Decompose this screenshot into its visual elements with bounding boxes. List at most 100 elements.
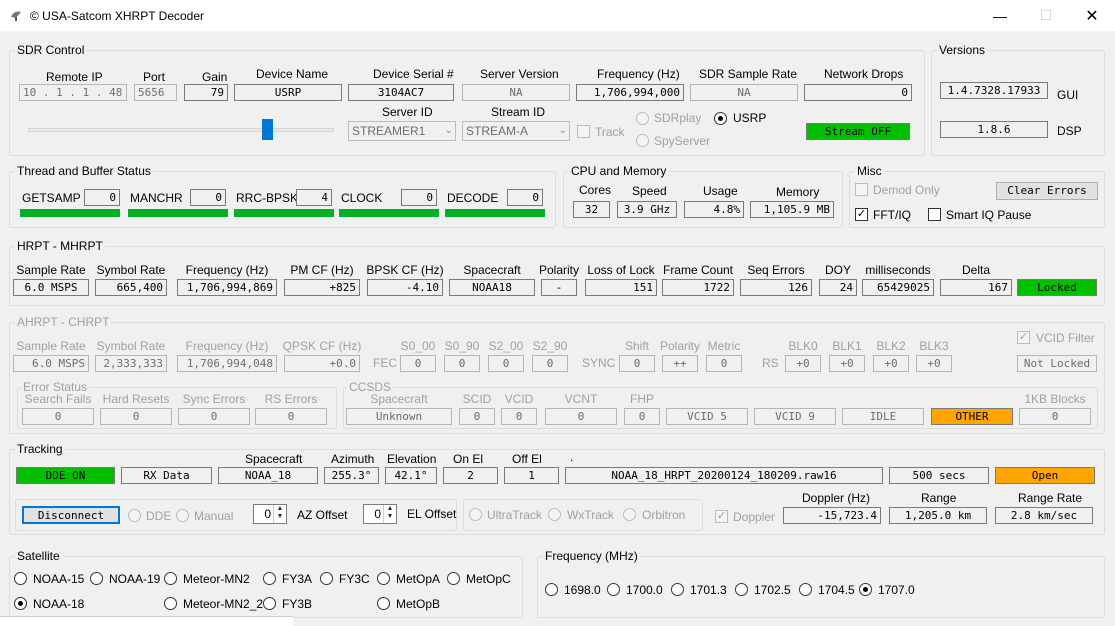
spyserver-radio[interactable] <box>636 134 649 147</box>
satellite-radio[interactable] <box>164 572 177 585</box>
thread-label: CLOCK <box>341 191 383 205</box>
thread-buffer-value: 0 <box>507 189 543 206</box>
ahrpt-value: +0 <box>873 355 909 372</box>
frequency-radio[interactable] <box>799 583 812 596</box>
vcid-tag: IDLE <box>842 408 924 425</box>
hrpt-label: Loss of Lock <box>587 263 655 277</box>
server-version-field: NA <box>462 84 570 101</box>
wxtrack-radio[interactable] <box>548 508 561 521</box>
ahrpt-title: AHRPT - CHRPT <box>15 315 112 329</box>
ahrpt-value: ++ <box>662 355 698 372</box>
orbitron-radio[interactable] <box>623 508 636 521</box>
usrp-radio[interactable] <box>714 112 727 125</box>
el-offset-spinner[interactable]: 0 ▲ ▼ <box>363 504 397 524</box>
frequency-radio[interactable] <box>545 583 558 596</box>
satellite-label: NOAA-18 <box>33 597 85 611</box>
hrpt-value: +825 <box>284 279 360 296</box>
frequency-label: 1700.0 <box>626 583 663 597</box>
satellite-radio[interactable] <box>14 572 27 585</box>
hrpt-value: 126 <box>740 279 812 296</box>
frequency-radio[interactable] <box>671 583 684 596</box>
dsp-label: DSP <box>1057 124 1082 138</box>
thread-buffer-value: 4 <box>296 189 332 206</box>
gain-label: Gain <box>202 70 228 84</box>
server-id-select[interactable]: STREAMER1 ⌄ <box>348 121 456 141</box>
frequency-label: Frequency (Hz) <box>597 67 680 81</box>
sdrplay-label: SDRplay <box>654 111 702 125</box>
satellite-radio[interactable] <box>320 572 333 585</box>
thread-progress-bar <box>20 209 120 217</box>
hrpt-value: 24 <box>819 279 857 296</box>
recording-file-field: NOAA_18_HRPT_20200124_180209.raw16 <box>565 467 883 484</box>
ahrpt-value: 0 <box>706 355 742 372</box>
hrpt-value: -4.10 <box>367 279 443 296</box>
ahrpt-label: BLK1 <box>832 339 862 353</box>
ahrpt-label: Frequency (Hz) <box>185 339 269 353</box>
port-field[interactable]: 5656 <box>134 84 177 101</box>
clear-errors-button[interactable]: Clear Errors <box>996 182 1098 200</box>
satellite-radio[interactable] <box>377 597 390 610</box>
frequency-radio[interactable] <box>859 583 872 596</box>
ahrpt-value: +0 <box>916 355 952 372</box>
vcid-filter-checkbox[interactable]: ✓ <box>1017 331 1030 344</box>
thread-progress-bar <box>339 209 439 217</box>
frequency-label: 1704.5 <box>818 583 855 597</box>
server-id-label: Server ID <box>382 105 433 119</box>
gain-slider-thumb[interactable] <box>262 119 273 140</box>
disconnect-button[interactable]: Disconnect <box>22 506 120 524</box>
ahrpt-label: BLK2 <box>876 339 906 353</box>
remote-ip-field[interactable]: 10 . 1 . 1 . 48 <box>19 84 127 101</box>
ahrpt-value: +0.0 <box>284 355 360 372</box>
hrpt-label: Frame Count <box>662 263 734 277</box>
satellite-radio[interactable] <box>263 572 276 585</box>
open-button[interactable]: Open <box>995 467 1095 484</box>
close-icon[interactable]: ✕ <box>1069 0 1115 31</box>
ultratrack-label: UltraTrack <box>487 508 542 522</box>
satellite-radio[interactable] <box>14 597 27 610</box>
track-checkbox[interactable] <box>577 125 590 138</box>
ahrpt-label: S0_90 <box>444 339 480 353</box>
stream-id-select[interactable]: STREAM-A ⌄ <box>462 121 570 141</box>
maximize-icon[interactable]: ☐ <box>1023 0 1069 31</box>
satellite-radio[interactable] <box>263 597 276 610</box>
tracking-title: Tracking <box>15 442 65 456</box>
thread-progress-bar <box>128 209 228 217</box>
ccsds-label: FHP <box>630 392 654 406</box>
ahrpt-label: Shift <box>624 339 650 353</box>
misc-title: Misc <box>855 164 884 178</box>
error-value: 0 <box>100 408 172 425</box>
cores-label: Cores <box>579 183 612 197</box>
elevation-label: Elevation <box>387 452 437 466</box>
doppler-checkbox[interactable]: ✓ <box>715 510 728 523</box>
manual-radio[interactable] <box>176 509 189 522</box>
ahrpt-value: 2,333,333 <box>95 355 167 372</box>
spinner-arrows-icon[interactable]: ▲ ▼ <box>273 505 286 523</box>
hrpt-value: 665,400 <box>95 279 167 296</box>
fft-iq-checkbox[interactable]: ✓ <box>855 208 868 221</box>
smart-iq-checkbox[interactable] <box>928 208 941 221</box>
network-drops-field: 0 <box>804 84 912 101</box>
off-el-label: Off El <box>512 452 542 466</box>
demod-only-checkbox[interactable] <box>855 183 868 196</box>
thread-buffer-value: 0 <box>84 189 120 206</box>
satellite-radio[interactable] <box>377 572 390 585</box>
minimize-icon[interactable]: — <box>977 0 1023 31</box>
cpu-memory-group <box>563 171 843 228</box>
frequency-radio[interactable] <box>735 583 748 596</box>
satellite-radio[interactable] <box>90 572 103 585</box>
satellite-radio[interactable] <box>447 572 460 585</box>
frequency-label: 1701.3 <box>690 583 727 597</box>
ahrpt-value: 0 <box>619 355 655 372</box>
dde-radio[interactable] <box>128 509 141 522</box>
ccsds-label: SCID <box>462 392 492 406</box>
spinner-arrows-icon[interactable]: ▲ ▼ <box>383 505 396 523</box>
frequency-radio[interactable] <box>607 583 620 596</box>
hrpt-label: DOY <box>824 263 852 277</box>
az-offset-spinner[interactable]: 0 ▲ ▼ <box>253 504 287 524</box>
gain-slider-track[interactable] <box>28 128 334 132</box>
sdrplay-radio[interactable] <box>636 112 649 125</box>
on-el-field: 2 <box>443 467 498 484</box>
ultratrack-radio[interactable] <box>469 508 482 521</box>
satellite-radio[interactable] <box>164 597 177 610</box>
network-drops-label: Network Drops <box>824 67 904 81</box>
